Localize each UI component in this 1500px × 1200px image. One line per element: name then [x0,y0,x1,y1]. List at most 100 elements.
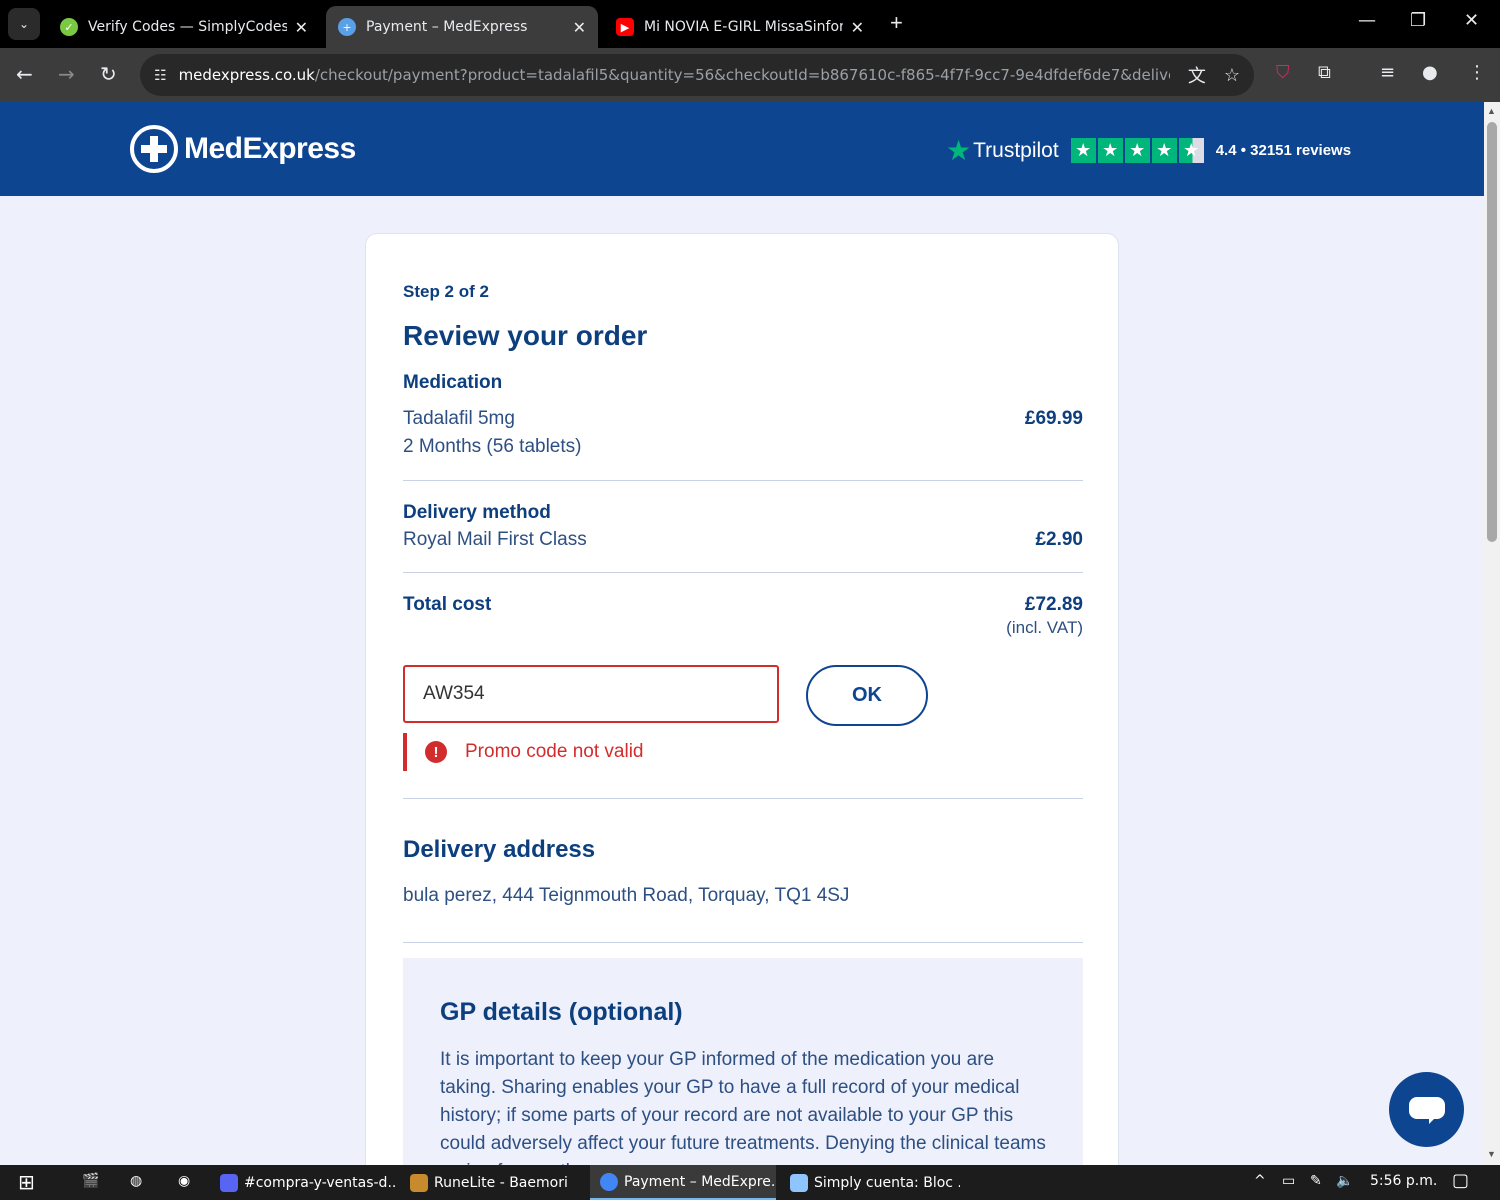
forward-arrow-icon[interactable]: → [58,62,75,86]
trustpilot-star-icon: ★ [946,135,972,166]
url-text[interactable]: medexpress.co.uk/checkout/payment?produc… [179,66,1170,84]
medexpress-cross-icon [130,125,178,173]
divider [403,798,1083,799]
medication-line: Tadalafil 5mg 2 Months (56 tablets) £69.… [403,408,1083,464]
scroll-up-icon[interactable]: ▲ [1487,106,1496,116]
order-review-card: Step 2 of 2 Review your order Medication… [365,233,1119,1198]
taskbar-label: Payment – MedExpre... [624,1173,776,1190]
logo-text: MedExpress [184,132,356,165]
taskbar-discord[interactable]: #compra-y-ventas-d... [220,1165,396,1200]
divider [403,942,1083,943]
tab-medexpress[interactable]: + Payment – MedExpress ✕ [326,6,598,48]
medexpress-favicon-icon: + [338,18,356,36]
star-icon: ★ [1070,138,1096,163]
site-settings-icon[interactable]: ☷ [154,67,167,84]
windows-taskbar: ⊞ 🎬 ◍ ◉ #compra-y-ventas-d... RuneLite -… [0,1165,1500,1200]
chrome-icon[interactable]: ◉ [178,1173,190,1189]
promo-error-message: ! Promo code not valid [403,733,644,771]
medication-price: £69.99 [1024,408,1083,429]
trustpilot-label: Trustpilot [973,138,1059,162]
simplycodes-favicon-icon: ✓ [60,18,78,36]
star-icon: ★ [1151,138,1177,163]
chat-support-button[interactable] [1389,1072,1464,1147]
browser-tab-bar: ⌄ ✓ Verify Codes — SimplyCodes ✕ + Payme… [0,0,1500,48]
delivery-line: Royal Mail First Class £2.90 [403,529,1083,553]
error-alert-icon: ! [425,741,447,763]
total-price: £72.89 [1024,594,1083,615]
clapper-app-icon[interactable]: 🎬 [82,1173,99,1189]
url-host: medexpress.co.uk [178,66,315,84]
gp-details-heading: GP details (optional) [440,998,683,1026]
taskbar-label: #compra-y-ventas-d... [244,1174,396,1191]
taskbar-label: RuneLite - Baemori [434,1174,568,1191]
delivery-address-text: bula perez, 444 Teignmouth Road, Torquay… [403,885,850,906]
extensions-puzzle-icon[interactable]: ⧉ [1318,62,1331,83]
network-icon[interactable]: ▭ [1282,1173,1295,1189]
taskbar-notepad[interactable]: Simply cuenta: Bloc ... [790,1165,960,1200]
tab-search-button[interactable]: ⌄ [8,8,40,40]
trustpilot-rating[interactable]: ★ Trustpilot ★ ★ ★ ★ ★ 4.4 • 32151 revie… [946,134,1351,167]
error-text: Promo code not valid [465,741,644,762]
tab-youtube[interactable]: ▶ Mi NOVIA E-GIRL MissaSinfonia ✕ [604,6,876,48]
volume-icon[interactable]: 🔈 [1336,1173,1353,1189]
taskbar-label: Simply cuenta: Bloc ... [814,1174,960,1191]
browser-toolbar: ← → ↻ ☷ medexpress.co.uk/checkout/paymen… [0,48,1500,102]
tab-simplycodes[interactable]: ✓ Verify Codes — SimplyCodes ✕ [48,6,320,48]
chat-app-icon[interactable]: ◍ [130,1173,142,1189]
close-window-icon[interactable]: ✕ [1464,10,1479,31]
medexpress-logo[interactable]: MedExpress [130,125,356,173]
divider [403,480,1083,481]
delivery-method-name: Royal Mail First Class [403,529,587,550]
page-scrollbar[interactable]: ▲ ▼ [1484,102,1500,1165]
notepad-icon [790,1173,808,1192]
reload-icon[interactable]: ↻ [100,62,117,86]
close-tab-icon[interactable]: ✕ [851,18,864,37]
tab-title: Mi NOVIA E-GIRL MissaSinfonia [644,19,843,35]
pen-icon[interactable]: ✎ [1310,1173,1322,1189]
delivery-address-heading: Delivery address [403,836,596,863]
translate-icon[interactable]: 文 [1188,62,1206,88]
rating-stars: ★ ★ ★ ★ ★ [1070,138,1206,163]
apply-promo-button[interactable]: OK [806,665,928,726]
runelite-icon [410,1173,428,1192]
site-header: MedExpress ★ Trustpilot ★ ★ ★ ★ ★ 4.4 • … [0,102,1484,196]
taskbar-runelite[interactable]: RuneLite - Baemori [410,1165,576,1200]
page-title: Review your order [403,320,648,351]
scroll-thumb[interactable] [1487,122,1497,542]
clock[interactable]: 5:56 p.m. [1370,1173,1437,1189]
tab-title: Payment – MedExpress [366,19,528,35]
close-tab-icon[interactable]: ✕ [295,18,308,37]
vat-note: (incl. VAT) [1006,618,1083,637]
total-heading: Total cost [403,594,492,615]
delivery-price: £2.90 [1035,529,1083,550]
close-tab-icon[interactable]: ✕ [573,18,586,37]
bookmark-star-icon[interactable]: ☆ [1224,65,1240,86]
total-line: Total cost £72.89 (incl. VAT) [403,594,1083,642]
chrome-app-icon [600,1172,618,1191]
ublock-shield-icon[interactable]: ⛉ [1276,62,1290,83]
address-bar[interactable]: ☷ medexpress.co.uk/checkout/payment?prod… [140,54,1254,96]
minimize-icon[interactable]: — [1358,10,1376,31]
medication-quantity: 2 Months (56 tablets) [403,436,582,457]
star-icon: ★ [1097,138,1123,163]
notifications-icon[interactable]: ▢ [1452,1170,1469,1191]
profile-avatar[interactable]: ● [1422,62,1438,83]
tab-title: Verify Codes — SimplyCodes [88,19,287,35]
url-path: /checkout/payment?product=tadalafil5&qua… [314,66,1170,84]
taskbar-chrome-medexpress[interactable]: Payment – MedExpre... [590,1165,776,1200]
start-grid-icon[interactable]: ⊞ [18,1170,35,1194]
new-tab-button[interactable]: + [890,10,903,36]
back-arrow-icon[interactable]: ← [16,62,33,86]
delivery-method-heading: Delivery method [403,502,551,523]
media-control-icon[interactable]: ≡ [1380,62,1395,83]
medication-name: Tadalafil 5mg [403,408,515,429]
medication-heading: Medication [403,372,503,393]
restore-icon[interactable]: ❐ [1410,10,1426,31]
scroll-down-icon[interactable]: ▼ [1487,1149,1496,1159]
half-star-icon: ★ [1178,138,1204,163]
menu-dots-icon[interactable]: ⋮ [1468,62,1486,83]
show-hidden-icons-chevron-icon[interactable]: ^ [1254,1173,1266,1189]
rating-text: 4.4 • 32151 reviews [1215,142,1352,159]
promo-code-input[interactable] [403,665,779,723]
divider [403,572,1083,573]
